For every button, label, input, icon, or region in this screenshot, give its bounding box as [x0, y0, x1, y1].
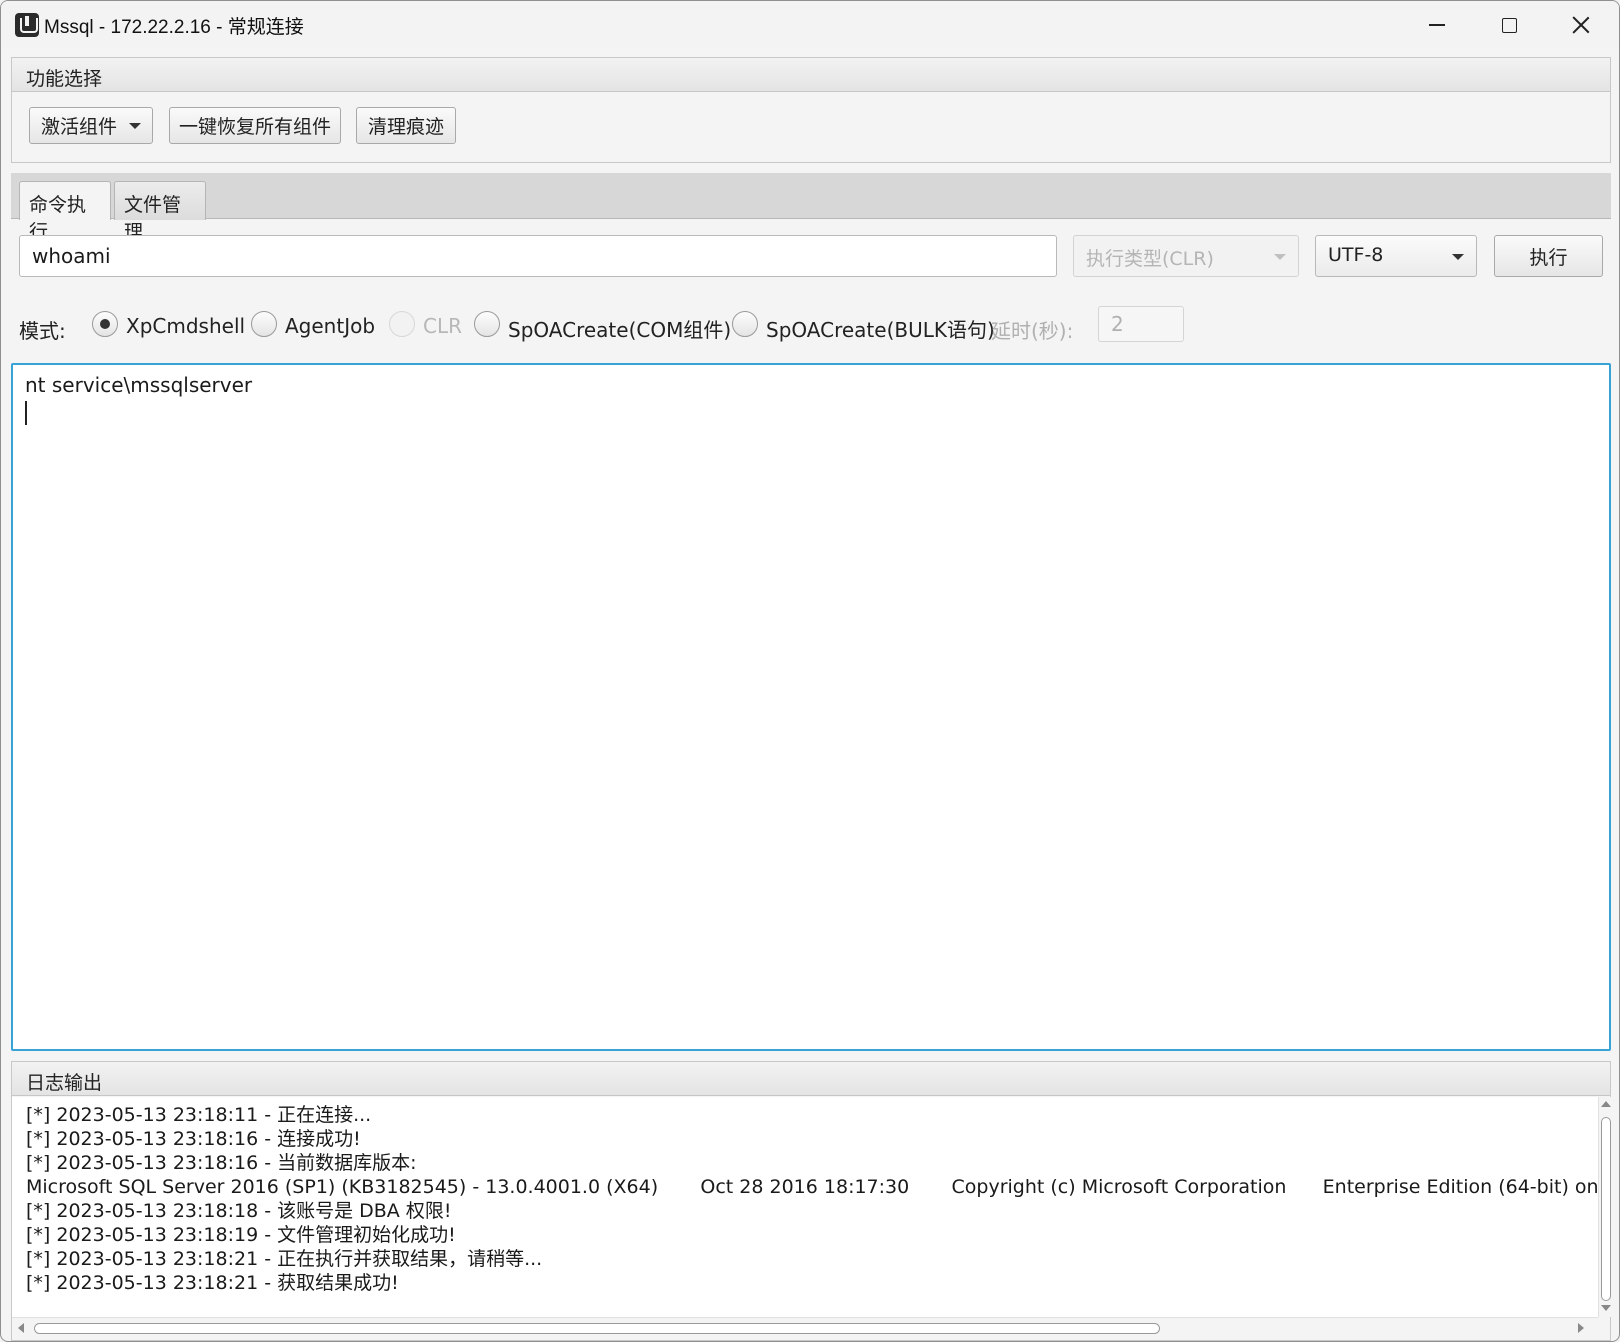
scroll-left-icon[interactable] [18, 1323, 24, 1333]
exec-type-select: 执行类型(CLR) [1073, 235, 1299, 277]
clean-traces-button[interactable]: 清理痕迹 [356, 107, 456, 144]
horizontal-scroll-thumb[interactable] [34, 1323, 1160, 1334]
log-panel-header: 日志输出 [12, 1062, 1610, 1096]
scroll-right-icon[interactable] [1578, 1323, 1584, 1333]
activate-component-dropdown[interactable]: 激活组件 [29, 107, 153, 144]
radio-xpcmdshell-label[interactable]: XpCmdshell [126, 314, 245, 338]
log-line: [*] 2023-05-13 23:18:21 - 获取结果成功! [26, 1272, 399, 1294]
log-line: [*] 2023-05-13 23:18:11 - 正在连接... [26, 1104, 372, 1126]
log-output[interactable]: [*] 2023-05-13 23:18:11 - 正在连接... [*] 20… [12, 1097, 1598, 1317]
scroll-up-icon[interactable] [1601, 1101, 1611, 1107]
radio-agentjob-label[interactable]: AgentJob [285, 314, 375, 338]
tab-command-exec[interactable]: 命令执行 [19, 181, 111, 243]
radio-clr-label: CLR [423, 314, 463, 338]
radio-agentjob[interactable] [251, 311, 277, 337]
radio-spoacreate-com[interactable] [474, 311, 500, 337]
log-vertical-scrollbar[interactable] [1598, 1097, 1612, 1317]
mode-label: 模式: [19, 319, 66, 343]
log-line: [*] 2023-05-13 23:18:18 - 该账号是 DBA 权限! [26, 1200, 452, 1222]
restore-all-components-button[interactable]: 一键恢复所有组件 [169, 107, 341, 144]
tab-file-manager[interactable]: 文件管理 [114, 181, 206, 243]
radio-xpcmdshell[interactable] [92, 311, 118, 337]
delay-label: 延时(秒): [991, 319, 1074, 343]
log-line: [*] 2023-05-13 23:18:16 - 连接成功! [26, 1128, 361, 1150]
execute-button[interactable]: 执行 [1494, 235, 1603, 277]
title-bar[interactable]: Mssql - 172.22.2.16 - 常规连接 [1, 1, 1619, 49]
log-line: [*] 2023-05-13 23:18:19 - 文件管理初始化成功! [26, 1224, 456, 1246]
delay-seconds-input [1098, 306, 1184, 342]
close-icon [1572, 16, 1590, 34]
function-panel-header: 功能选择 [12, 58, 1610, 92]
vertical-scroll-thumb[interactable] [1601, 1117, 1611, 1301]
minimize-button[interactable] [1401, 1, 1473, 49]
log-panel: 日志输出 [*] 2023-05-13 23:18:11 - 正在连接... [… [11, 1061, 1612, 1341]
maximize-button[interactable] [1473, 1, 1545, 49]
text-cursor [25, 401, 27, 425]
tab-strip: 命令执行 文件管理 [11, 173, 1611, 243]
chevron-down-icon [1452, 254, 1464, 260]
close-button[interactable] [1545, 1, 1617, 49]
activate-component-label: 激活组件 [40, 116, 117, 138]
minimize-icon [1429, 24, 1445, 26]
command-output-text: nt service\mssqlserver [25, 373, 253, 397]
radio-clr [389, 311, 415, 337]
encoding-value: UTF-8 [1328, 244, 1384, 266]
log-horizontal-scrollbar[interactable] [12, 1317, 1598, 1339]
radio-spoacreate-bulk-label[interactable]: SpOACreate(BULK语句) [766, 314, 995, 343]
log-line: [*] 2023-05-13 23:18:21 - 正在执行并获取结果，请稍等.… [26, 1248, 543, 1270]
command-output-area[interactable]: nt service\mssqlserver [11, 363, 1611, 1051]
function-panel: 功能选择 激活组件 一键恢复所有组件 清理痕迹 [11, 57, 1611, 163]
scroll-down-icon[interactable] [1601, 1305, 1611, 1311]
mssql-app-icon [15, 13, 39, 37]
chevron-down-icon [1274, 254, 1286, 260]
command-input[interactable] [19, 235, 1057, 277]
log-line: [*] 2023-05-13 23:18:16 - 当前数据库版本: [26, 1152, 417, 1174]
encoding-select[interactable]: UTF-8 [1315, 235, 1477, 277]
chevron-down-icon [129, 122, 141, 129]
app-window: Mssql - 172.22.2.16 - 常规连接 功能选择 激活组件 一键恢… [0, 0, 1620, 1342]
maximize-icon [1501, 17, 1517, 33]
exec-type-value: 执行类型(CLR) [1086, 248, 1214, 270]
radio-spoacreate-bulk[interactable] [732, 311, 758, 337]
radio-spoacreate-com-label[interactable]: SpOACreate(COM组件) [508, 314, 731, 343]
log-line: Microsoft SQL Server 2016 (SP1) (KB31825… [26, 1176, 1598, 1198]
window-title: Mssql - 172.22.2.16 - 常规连接 [44, 17, 304, 38]
